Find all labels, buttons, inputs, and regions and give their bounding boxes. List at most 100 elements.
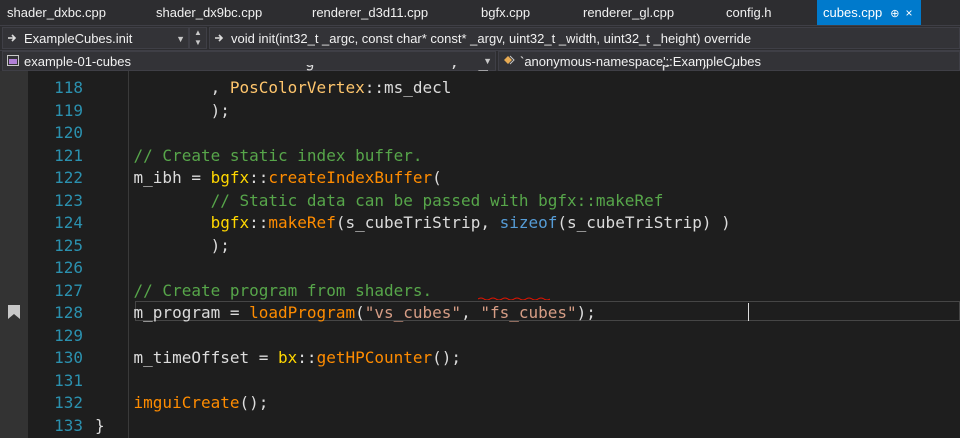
tab-renderer-gl[interactable]: renderer_gl.cpp	[583, 0, 674, 25]
code-line[interactable]: 127 // Create program from shaders.	[0, 280, 960, 302]
line-number: 132	[54, 393, 83, 412]
line-number: 130	[54, 348, 83, 367]
tab-bgfx[interactable]: bgfx.cpp	[481, 0, 530, 25]
line-number: 131	[54, 370, 83, 390]
code-token: "vs_cubes"	[364, 303, 462, 322]
document-tab-bar: shader_dxbc.cpp shader_dx9bc.cpp rendere…	[0, 0, 960, 25]
chevron-down-icon[interactable]: ▼	[190, 38, 206, 48]
code-line[interactable]: 133}	[0, 415, 960, 437]
tab-label: shader_dxbc.cpp	[7, 5, 107, 20]
line-number: 121	[54, 145, 83, 165]
code-token: (	[355, 303, 365, 322]
tab-label: cubes.cpp	[823, 5, 883, 20]
code-token: PosColorVertex	[229, 78, 365, 97]
member-dropdown[interactable]: void init(int32_t _argc, const char* con…	[209, 27, 960, 49]
tab-label: bgfx.cpp	[481, 5, 531, 20]
code-line[interactable]: 130 m_timeOffset = bx::getHPCounter();	[0, 347, 960, 369]
tab-shader-dx9bc[interactable]: shader_dx9bc.cpp	[156, 0, 262, 25]
code-line[interactable]: 129	[0, 325, 960, 347]
line-number: 119	[54, 100, 83, 120]
code-token: (s_cubeTriStrip) )	[557, 213, 731, 232]
code-token: bgfx	[210, 168, 250, 187]
code-token: bx	[278, 348, 298, 367]
code-token: ,	[461, 303, 481, 322]
code-editor[interactable]: g , _ - p ) , ( ) 118 , PosColorVertex::…	[0, 65, 960, 438]
code-line[interactable]: 120	[0, 122, 960, 144]
method-icon	[212, 28, 228, 48]
navigation-bar: ExampleCubes.init ▼ ▲ ▼ void init(int32_…	[0, 25, 960, 50]
code-token: );	[95, 100, 230, 120]
function-icon	[5, 28, 21, 48]
code-line[interactable]: 125 );	[0, 235, 960, 257]
code-line[interactable]: 132 imguiCreate();	[0, 392, 960, 414]
code-text: m_timeOffset = bx::getHPCounter();	[95, 347, 462, 369]
code-token: sizeof	[499, 213, 558, 232]
code-line[interactable]: 119 );	[0, 100, 960, 122]
code-line[interactable]: 128 m_program = loadProgram("vs_cubes", …	[0, 302, 960, 324]
tab-cubes-cpp[interactable]: cubes.cpp ⊕ ×	[817, 0, 921, 25]
scope-spinner[interactable]: ▲ ▼	[189, 27, 207, 49]
code-token: // Static data can be passed with bgfx::…	[95, 190, 664, 210]
code-line[interactable]: 122 m_ibh = bgfx::createIndexBuffer(	[0, 167, 960, 189]
code-text: , PosColorVertex::ms_decl	[95, 77, 452, 99]
chevron-up-icon[interactable]: ▲	[190, 28, 206, 38]
code-token: }	[95, 415, 105, 435]
code-token: ();	[239, 393, 269, 412]
line-number: 133	[54, 415, 83, 435]
line-number: 124	[54, 213, 83, 232]
code-token: imguiCreate	[133, 393, 240, 412]
code-line[interactable]: 126	[0, 257, 960, 279]
line-number: 120	[54, 123, 83, 142]
scope-label: ExampleCubes.init	[24, 31, 133, 46]
code-text: m_program = loadProgram("vs_cubes", "fs_…	[95, 302, 596, 324]
code-token: m_timeOffset =	[95, 348, 279, 367]
chevron-down-icon: ▼	[176, 34, 185, 44]
code-text: m_ibh = bgfx::createIndexBuffer(	[95, 167, 442, 189]
code-token: );	[95, 235, 230, 255]
tab-config-h[interactable]: config.h	[726, 0, 772, 25]
code-line[interactable]: 124 bgfx::makeRef(s_cubeTriStrip, sizeof…	[0, 212, 960, 234]
tab-label: renderer_d3d11.cpp	[312, 5, 429, 20]
code-token: createIndexBuffer	[268, 168, 433, 187]
line-number: 127	[54, 280, 83, 300]
project-label: example-01-cubes	[24, 54, 131, 69]
partial-line-117: g , _ - p ) , ( )	[305, 65, 905, 73]
scope-dropdown[interactable]: ExampleCubes.init ▼	[2, 27, 189, 49]
tab-renderer-d3d11[interactable]: renderer_d3d11.cpp	[312, 0, 428, 25]
code-token: ::	[297, 348, 317, 367]
code-token: bgfx	[210, 213, 250, 232]
line-number: 129	[54, 325, 83, 345]
pin-icon[interactable]: ⊕	[890, 2, 899, 27]
code-token: ::	[249, 168, 269, 187]
tab-label: shader_dx9bc.cpp	[156, 5, 263, 20]
code-token: (s_cubeTriStrip,	[335, 213, 500, 232]
close-icon[interactable]: ×	[905, 1, 912, 26]
code-line[interactable]: 118 , PosColorVertex::ms_decl	[0, 77, 960, 99]
code-text: );	[95, 235, 230, 257]
code-line[interactable]: 121 // Create static index buffer.	[0, 145, 960, 167]
line-number: 118	[54, 78, 83, 97]
code-text: // Static data can be passed with bgfx::…	[95, 190, 664, 212]
code-token: "fs_cubes"	[480, 303, 577, 322]
member-label: void init(int32_t _argc, const char* con…	[231, 31, 752, 46]
code-token: getHPCounter	[316, 348, 433, 367]
code-line[interactable]: 131	[0, 370, 960, 392]
code-token: ::	[249, 213, 269, 232]
code-text: }	[95, 415, 105, 437]
tab-shader-dxbc[interactable]: shader_dxbc.cpp	[7, 0, 106, 25]
code-token: loadProgram	[249, 303, 356, 322]
code-token: ::	[364, 78, 384, 97]
line-number: 123	[54, 190, 83, 210]
code-text: // Create program from shaders.	[95, 280, 433, 302]
line-number: 125	[54, 235, 83, 255]
code-text: imguiCreate();	[95, 392, 269, 414]
code-token: m_program =	[95, 303, 250, 322]
code-token: ms_decl	[383, 78, 452, 97]
code-token: (	[432, 168, 442, 187]
line-number: 126	[54, 258, 83, 277]
code-line[interactable]: 123 // Static data can be passed with bg…	[0, 190, 960, 212]
tab-label: renderer_gl.cpp	[583, 5, 675, 20]
tab-label: config.h	[726, 5, 772, 20]
